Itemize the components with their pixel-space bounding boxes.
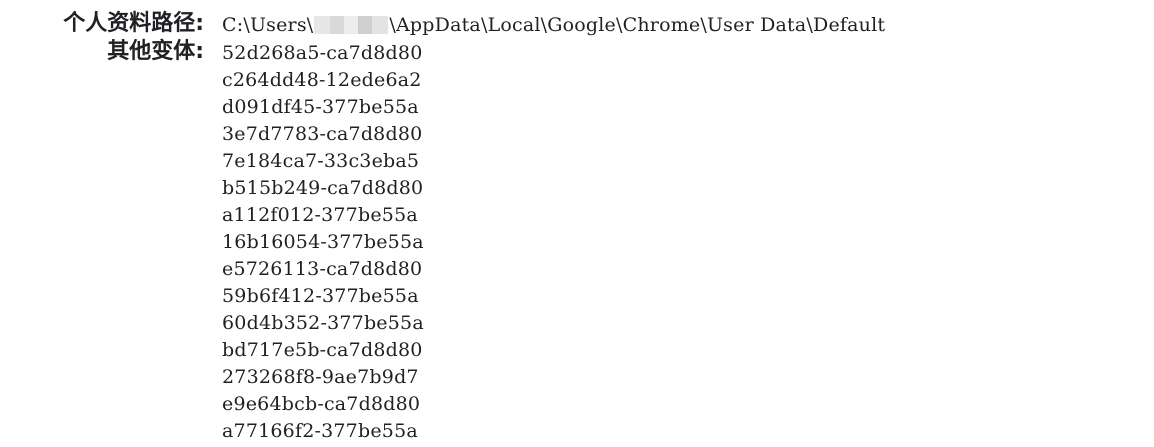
variant-item[interactable]: a77166f2-377be55a bbox=[222, 418, 424, 445]
profile-path-prefix: C:\Users\ bbox=[222, 14, 314, 36]
variant-item[interactable]: a112f012-377be55a bbox=[222, 202, 424, 229]
profile-path-label: 个人资料路径: bbox=[63, 11, 204, 36]
profile-path-row: 个人资料路径: C:\Users\ \AppData\Local\Google\C… bbox=[0, 11, 1154, 39]
variant-item[interactable]: e5726113-ca7d8d80 bbox=[222, 256, 424, 283]
variant-item[interactable]: c264dd48-12ede6a2 bbox=[222, 67, 424, 94]
variant-item[interactable]: e9e64bcb-ca7d8d80 bbox=[222, 391, 424, 418]
variant-item[interactable]: 52d268a5-ca7d8d80 bbox=[222, 40, 424, 67]
variants-list: 52d268a5-ca7d8d80 c264dd48-12ede6a2 d091df… bbox=[222, 40, 424, 445]
variant-item[interactable]: b515b249-ca7d8d80 bbox=[222, 175, 424, 202]
variant-item[interactable]: d091df45-377be55a bbox=[222, 94, 424, 121]
variant-item[interactable]: bd717e5b-ca7d8d80 bbox=[222, 337, 424, 364]
variant-item[interactable]: 59b6f412-377be55a bbox=[222, 283, 424, 310]
variant-item[interactable]: 7e184ca7-33c3eba5 bbox=[222, 148, 424, 175]
variant-item[interactable]: 3e7d7783-ca7d8d80 bbox=[222, 121, 424, 148]
variant-item[interactable]: 273268f8-9ae7b9d7 bbox=[222, 364, 424, 391]
profile-path-suffix: \AppData\Local\Google\Chrome\User Data\D… bbox=[389, 14, 886, 36]
cropped-previous-line bbox=[220, 0, 980, 2]
variant-item[interactable]: 60d4b352-377be55a bbox=[222, 310, 424, 337]
variants-label-row: 其他变体: bbox=[0, 39, 1154, 67]
redacted-username bbox=[314, 16, 389, 34]
profile-path-value[interactable]: C:\Users\ \AppData\Local\Google\Chrome\Us… bbox=[222, 12, 885, 39]
variants-label: 其他变体: bbox=[107, 39, 204, 64]
variant-item[interactable]: 16b16054-377be55a bbox=[222, 229, 424, 256]
